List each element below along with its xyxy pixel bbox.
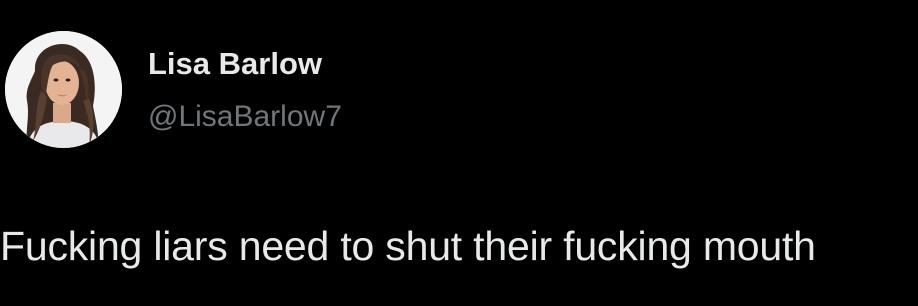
tweet-card: Lisa Barlow @LisaBarlow7 Fucking liars n… <box>0 0 918 306</box>
author-handle[interactable]: @LisaBarlow7 <box>148 99 342 135</box>
avatar[interactable] <box>5 31 122 148</box>
avatar-photo-icon <box>5 31 122 148</box>
tweet-text: Fucking liars need to shut their fucking… <box>0 223 816 269</box>
author-display-name[interactable]: Lisa Barlow <box>148 46 322 82</box>
